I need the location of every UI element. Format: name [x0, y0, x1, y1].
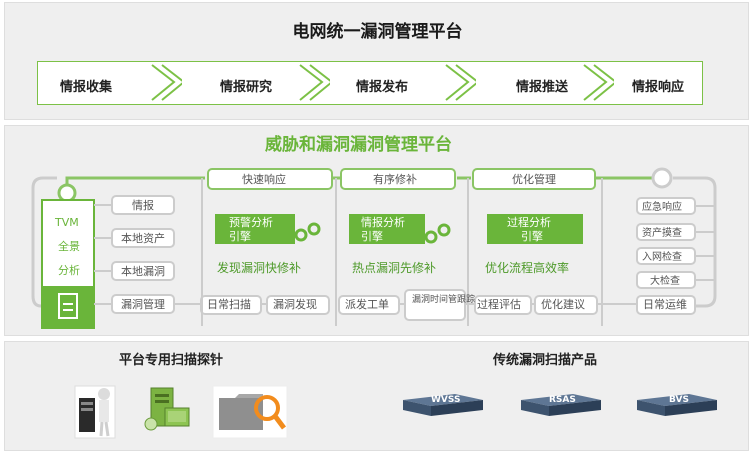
section-header-label: 有序修补: [373, 172, 417, 186]
left-item-label: 本地资产: [121, 231, 165, 245]
top-panel: 电网统一漏洞管理平台 情报收集 情报研究 情报发布 情报推送 情报响应: [4, 2, 749, 120]
chevron-right-icon: [151, 64, 182, 101]
tvm-doc-block: [42, 286, 94, 328]
gear-icon: [294, 222, 321, 242]
start-node: [57, 183, 77, 203]
page-title: 电网统一漏洞管理平台: [292, 22, 463, 42]
section-caption: 优化流程高效率: [485, 260, 569, 275]
engine-label: 预警分析: [229, 215, 273, 229]
product-label: WVSS: [431, 395, 460, 405]
intel-flow-bar: 情报收集 情报研究 情报发布 情报推送 情报响应: [37, 61, 703, 105]
engine-label: 情报分析: [361, 215, 405, 229]
section-header-label: 快速响应: [242, 172, 286, 186]
right-item-label: 入网检查: [642, 250, 682, 263]
left-item-label: 漏洞管理: [121, 297, 165, 311]
section-header-label: 优化管理: [512, 172, 556, 186]
bottom-row-label: 优化建议: [541, 297, 585, 311]
section-caption: 发现漏洞快修补: [217, 260, 301, 275]
tvm-label: 全景: [58, 239, 80, 253]
product-label: RSAS: [549, 395, 576, 405]
flow-step-publish: 情报发布: [356, 80, 409, 95]
flow-step-push: 情报推送: [516, 80, 569, 95]
engine-label: 引擎: [361, 229, 383, 243]
platform-diagram: 快速响应 有序修补 优化管理 情报 本地资产 本地漏洞 漏洞管理 日常扫描 漏洞…: [31, 167, 717, 329]
bottom-row-label: 过程评估: [477, 298, 521, 311]
bottom-row-label: 派发工单: [345, 297, 389, 311]
chevron-right-icon: [299, 64, 330, 101]
computer-icon: [144, 387, 190, 431]
left-item-label: 本地漏洞: [121, 264, 165, 278]
bottom-panel: 平台专用扫描探针 传统漏洞扫描产品 WVSS RSAS BVS: [4, 341, 749, 451]
server-person-icon: [74, 385, 116, 439]
bottom-row-label: 日常运维: [643, 298, 687, 311]
bottom-graphics: WVSS RSAS BVS: [74, 385, 717, 439]
right-item-label: 应急响应: [642, 200, 682, 213]
middle-panel: 威胁和漏洞漏洞管理平台 快速响应 有序修补 优化管理 情报 本地资产 本地漏洞 …: [4, 125, 749, 336]
engine-label: 引擎: [229, 229, 251, 243]
bottom-row-label: 漏洞发现: [273, 297, 317, 311]
tvm-label: TVM: [54, 216, 79, 229]
gear-icon: [424, 223, 451, 244]
tvm-label: 分析: [58, 263, 80, 277]
bottom-row-label-a: 漏洞时间管跟踪: [412, 293, 475, 305]
right-item-label: 资产摸查: [642, 226, 682, 239]
right-item-label: 大检查: [650, 274, 680, 287]
engine-label: 引擎: [521, 229, 543, 243]
section-caption: 热点漏洞先修补: [352, 260, 436, 275]
flow-step-collect: 情报收集: [60, 80, 113, 95]
product-label: BVS: [669, 395, 689, 405]
end-node: [651, 167, 673, 189]
chevron-right-icon: [445, 64, 476, 101]
engine-label: 过程分析: [507, 215, 551, 229]
folder-search-icon: [212, 385, 288, 439]
flow-step-respond: 情报响应: [632, 80, 685, 95]
bottom-row-label: 日常扫描: [207, 297, 251, 311]
flow-step-research: 情报研究: [220, 80, 273, 95]
left-item-label: 情报: [132, 198, 154, 212]
chevron-right-icon: [583, 64, 614, 101]
